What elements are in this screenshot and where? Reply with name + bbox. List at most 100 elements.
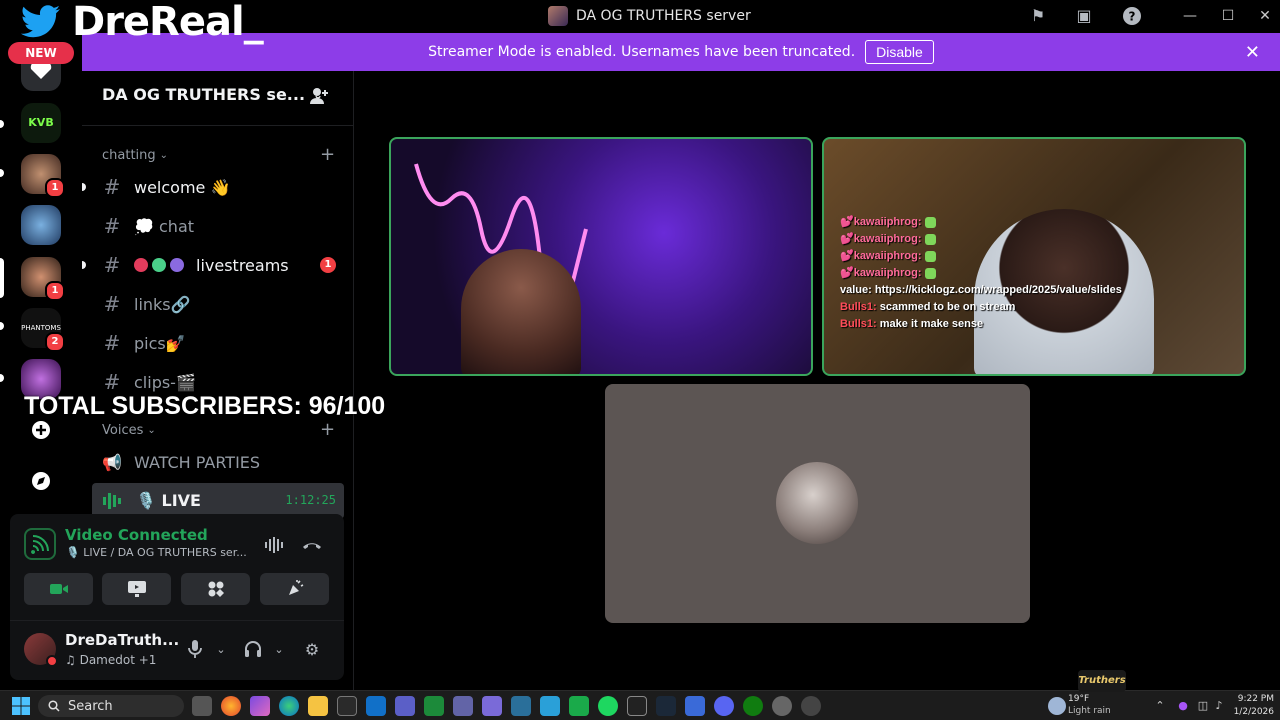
weather-icon bbox=[1048, 697, 1066, 715]
edge-icon[interactable] bbox=[279, 696, 299, 716]
file-explorer-icon[interactable] bbox=[308, 696, 328, 716]
flag-icon[interactable]: ⚑ bbox=[1028, 6, 1048, 26]
taskbar: Search 19°F Light rain ⌃ ● ◫ ♪ 9:22 PM 1… bbox=[0, 690, 1280, 720]
video-tile[interactable] bbox=[389, 137, 813, 376]
close-window-button[interactable]: ✕ bbox=[1250, 6, 1280, 26]
live-dots bbox=[134, 258, 184, 272]
server-mention-badge: 2 bbox=[45, 332, 65, 352]
avatar[interactable] bbox=[24, 633, 58, 667]
chat-message: 💕kawaiiphrog: bbox=[840, 248, 1240, 265]
store-icon[interactable] bbox=[337, 696, 357, 716]
discover-icon[interactable] bbox=[21, 461, 61, 501]
chevron-down-icon[interactable]: ⌄ bbox=[268, 639, 290, 661]
app-icon[interactable] bbox=[685, 696, 705, 716]
screen-share-button[interactable] bbox=[102, 573, 171, 605]
close-icon[interactable]: ✕ bbox=[1245, 42, 1260, 63]
weather-temp: 19°F bbox=[1068, 694, 1090, 704]
channel-mention-badge: 1 bbox=[320, 257, 336, 273]
server-item[interactable] bbox=[21, 205, 61, 245]
camera-button[interactable] bbox=[24, 573, 93, 605]
steam-icon[interactable] bbox=[656, 696, 676, 716]
tray-app-icon[interactable]: ● bbox=[1176, 699, 1190, 713]
network-icon[interactable]: ◫ bbox=[1196, 699, 1210, 713]
help-icon[interactable]: ? bbox=[1122, 6, 1142, 26]
signal-strength-icon[interactable] bbox=[24, 528, 56, 560]
teams-icon[interactable] bbox=[395, 696, 415, 716]
noise-suppression-icon[interactable] bbox=[262, 534, 286, 558]
category-voices[interactable]: Voices ⌄ bbox=[102, 423, 156, 438]
connection-location[interactable]: 🎙️ LIVE / DA OG TRUTHERS ser... bbox=[66, 546, 246, 559]
photos-icon[interactable] bbox=[540, 696, 560, 716]
inbox-icon[interactable]: ▣ bbox=[1074, 6, 1094, 26]
tray-overflow-icon[interactable]: ⌃ bbox=[1153, 699, 1167, 713]
epic-games-icon[interactable] bbox=[627, 696, 647, 716]
channel-welcome[interactable]: # welcome 👋 bbox=[82, 171, 342, 203]
channel-chat[interactable]: # 💭 chat bbox=[102, 210, 342, 242]
emote-icon bbox=[924, 233, 936, 245]
task-view-icon[interactable] bbox=[192, 696, 212, 716]
settings-icon[interactable] bbox=[772, 696, 792, 716]
server-name: DA OG TRUTHERS se... bbox=[102, 85, 306, 104]
connection-status[interactable]: Video Connected bbox=[65, 526, 208, 544]
video-tile[interactable]: 💕kawaiiphrog: 💕kawaiiphrog: 💕kawaiiphrog… bbox=[822, 137, 1246, 376]
app-icon[interactable] bbox=[511, 696, 531, 716]
stream-overlay-brand: DreReal_ bbox=[20, 0, 264, 44]
add-channel-icon[interactable]: + bbox=[320, 144, 335, 165]
maximize-button[interactable]: ☐ bbox=[1213, 6, 1243, 26]
unread-indicator bbox=[82, 261, 86, 269]
discord-icon[interactable] bbox=[714, 696, 734, 716]
video-tile[interactable] bbox=[605, 384, 1030, 623]
disconnect-icon[interactable] bbox=[300, 534, 324, 558]
headphones-icon[interactable] bbox=[242, 639, 264, 661]
category-chatting[interactable]: chatting ⌄ bbox=[102, 148, 168, 163]
user-panel: DreDaTruth... ♫ Damedot +1 ⌄ ⌄ ⚙ bbox=[10, 620, 344, 680]
app-icon[interactable] bbox=[424, 696, 444, 716]
chat-username: value: bbox=[840, 284, 872, 296]
outlook-icon[interactable] bbox=[366, 696, 386, 716]
hash-icon: # bbox=[103, 253, 121, 277]
voice-activity-icon bbox=[103, 493, 121, 509]
channel-pics[interactable]: # pics💅 bbox=[102, 327, 342, 359]
microphone-icon[interactable] bbox=[184, 639, 206, 661]
soundboard-button[interactable] bbox=[260, 573, 329, 605]
unread-pill bbox=[0, 169, 4, 177]
chevron-down-icon[interactable]: ⌄ bbox=[210, 639, 232, 661]
voice-channel-timer: 1:12:25 bbox=[285, 493, 336, 507]
server-item-kvb[interactable]: KVB bbox=[21, 103, 61, 143]
firefox-icon[interactable] bbox=[221, 696, 241, 716]
stage-icon: 📢 bbox=[102, 452, 122, 472]
app-icon[interactable] bbox=[801, 696, 821, 716]
spotify-icon[interactable] bbox=[598, 696, 618, 716]
channel-label: links🔗 bbox=[134, 294, 191, 314]
xbox-icon[interactable] bbox=[743, 696, 763, 716]
activities-button[interactable] bbox=[181, 573, 250, 605]
stream-logo: Truthers bbox=[1078, 670, 1126, 692]
channel-watch-parties[interactable]: 📢 WATCH PARTIES bbox=[102, 446, 342, 478]
app-icon[interactable] bbox=[569, 696, 589, 716]
copilot-icon[interactable] bbox=[250, 696, 270, 716]
gear-icon[interactable]: ⚙ bbox=[301, 639, 323, 661]
server-header[interactable]: DA OG TRUTHERS se... ⌄ bbox=[102, 85, 323, 104]
participant-avatar bbox=[776, 462, 858, 544]
channel-livestreams[interactable]: # livestreams 1 bbox=[82, 249, 342, 281]
app-icon[interactable] bbox=[482, 696, 502, 716]
username[interactable]: DreDaTruth... bbox=[65, 631, 179, 649]
channel-label: pics💅 bbox=[134, 333, 186, 353]
disable-streamer-mode-button[interactable]: Disable bbox=[865, 40, 934, 64]
taskbar-search[interactable]: Search bbox=[38, 695, 184, 717]
clock[interactable]: 9:22 PM 1/2/2026 bbox=[1228, 693, 1274, 719]
weather-widget[interactable]: 19°F Light rain bbox=[1046, 693, 1116, 719]
channel-label: 💭 chat bbox=[134, 216, 195, 236]
clock-time: 9:22 PM bbox=[1237, 694, 1274, 704]
chat-message: 💕kawaiiphrog: bbox=[840, 214, 1240, 231]
volume-icon[interactable]: ♪ bbox=[1212, 699, 1226, 713]
minimize-button[interactable]: — bbox=[1175, 6, 1205, 26]
hash-icon: # bbox=[103, 214, 121, 238]
hash-icon: # bbox=[103, 175, 121, 199]
chat-text: make it make sense bbox=[879, 318, 984, 330]
invite-people-icon[interactable] bbox=[308, 85, 330, 107]
add-voice-channel-icon[interactable]: + bbox=[320, 419, 335, 440]
windows-start-icon[interactable] bbox=[12, 697, 30, 715]
channel-links[interactable]: # links🔗 bbox=[102, 288, 342, 320]
app-icon[interactable] bbox=[453, 696, 473, 716]
